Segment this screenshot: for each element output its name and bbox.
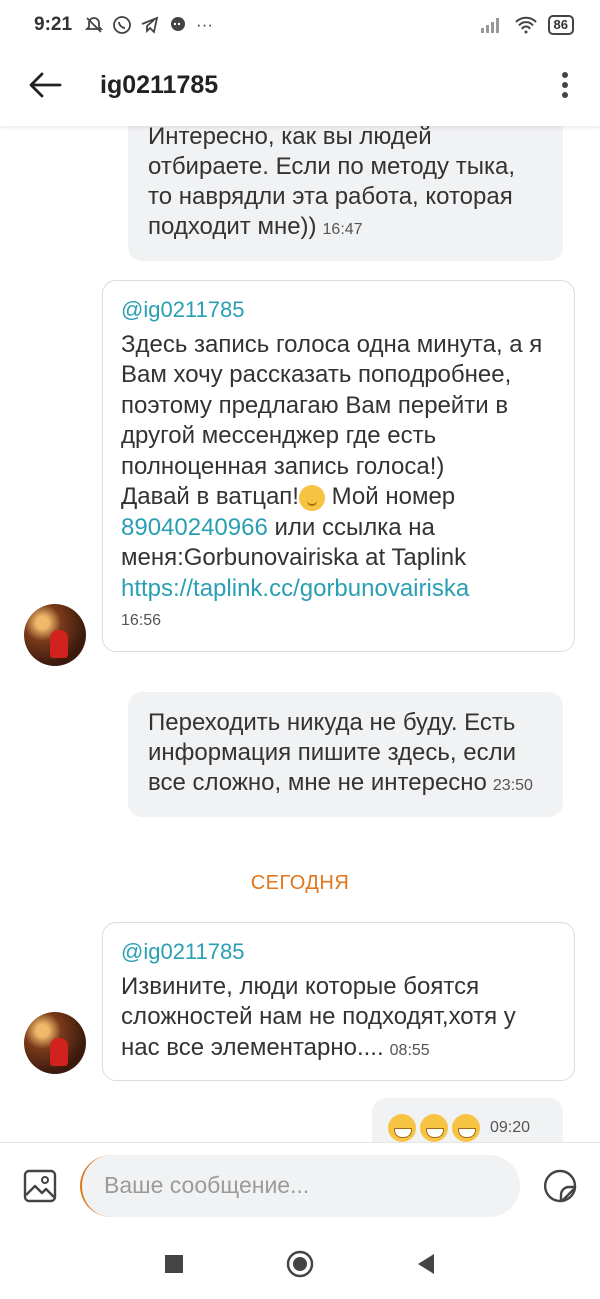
muted-notifications-icon [84, 17, 104, 33]
battery-indicator: 86 [547, 15, 574, 35]
message-time: 08:55 [389, 1041, 430, 1059]
incoming-message[interactable]: @ig0211785 Здесь запись голоса одна мину… [102, 280, 575, 652]
chat-messages[interactable]: Интересно, как вы людей отбираете. Если … [0, 126, 600, 1142]
home-button[interactable] [237, 1228, 363, 1299]
message-text: Переходить никуда не буду. Есть информац… [148, 709, 516, 796]
signal-icon [480, 18, 499, 33]
message-composer [0, 1142, 600, 1228]
message-text: Извините, люди которые боятся сложностей… [121, 972, 516, 1061]
sender-mention[interactable]: @ig0211785 [121, 937, 556, 968]
triangle-back-icon [418, 1253, 434, 1274]
date-separator: СЕГОДНЯ [250, 872, 350, 894]
image-icon [23, 1169, 57, 1202]
outgoing-message[interactable]: Интересно, как вы людей отбираете. Если … [128, 126, 563, 261]
notification-icons: ··· [84, 15, 213, 35]
incoming-message[interactable]: @ig0211785 Извините, люди которые боятся… [102, 922, 575, 1081]
telegram-icon [141, 16, 159, 34]
grinning-emoji-icon [452, 1113, 480, 1142]
arrow-left-icon [29, 72, 62, 98]
status-time: 9:21 [34, 14, 73, 35]
grinning-emoji-icon [388, 1113, 416, 1142]
chat-header: ig0211785 [0, 44, 600, 126]
more-notifications-icon: ··· [196, 15, 214, 34]
sticker-icon [544, 1169, 577, 1202]
outgoing-message[interactable]: 09:20 [372, 1098, 563, 1142]
phone-link[interactable]: 89040240966 [121, 514, 268, 541]
message-text-line: Давай в ватцап! [121, 483, 299, 510]
message-text: Здесь запись голоса одна минута, а я Вам… [121, 330, 543, 480]
message-input[interactable] [80, 1154, 520, 1217]
grinning-emoji-icon [420, 1113, 448, 1142]
avatar[interactable] [24, 1012, 86, 1074]
status-bar: 9:21 ··· 86 [0, 0, 600, 50]
whatsapp-icon [113, 16, 131, 34]
message-time: 16:56 [121, 612, 162, 629]
message-time: 09:20 [490, 1118, 531, 1136]
message-time: 16:47 [322, 221, 363, 238]
back-button[interactable] [0, 44, 90, 126]
avatar[interactable] [24, 604, 86, 666]
attach-image-button[interactable] [0, 1143, 80, 1229]
system-navigation-bar [0, 1228, 600, 1299]
message-text-line: Мой номер [324, 483, 456, 510]
status-right: 86 [480, 15, 574, 35]
wifi-icon [514, 16, 537, 34]
sender-mention[interactable]: @ig0211785 [121, 295, 556, 326]
outgoing-message[interactable]: Переходить никуда не буду. Есть информац… [128, 692, 563, 817]
chat-title[interactable]: ig0211785 [100, 71, 218, 100]
chat-icon [171, 17, 186, 31]
vertical-dots-icon [562, 72, 568, 98]
taplink-url[interactable]: https://taplink.cc/gorbunovairiska [121, 575, 469, 602]
square-icon [165, 1254, 183, 1273]
wink-emoji-icon [298, 484, 325, 511]
home-circle-icon [286, 1250, 314, 1277]
more-options-button[interactable] [530, 44, 600, 126]
message-time: 23:50 [492, 777, 533, 794]
sticker-button[interactable] [520, 1143, 600, 1229]
system-back-button[interactable] [363, 1228, 489, 1299]
recent-apps-button[interactable] [111, 1228, 237, 1299]
